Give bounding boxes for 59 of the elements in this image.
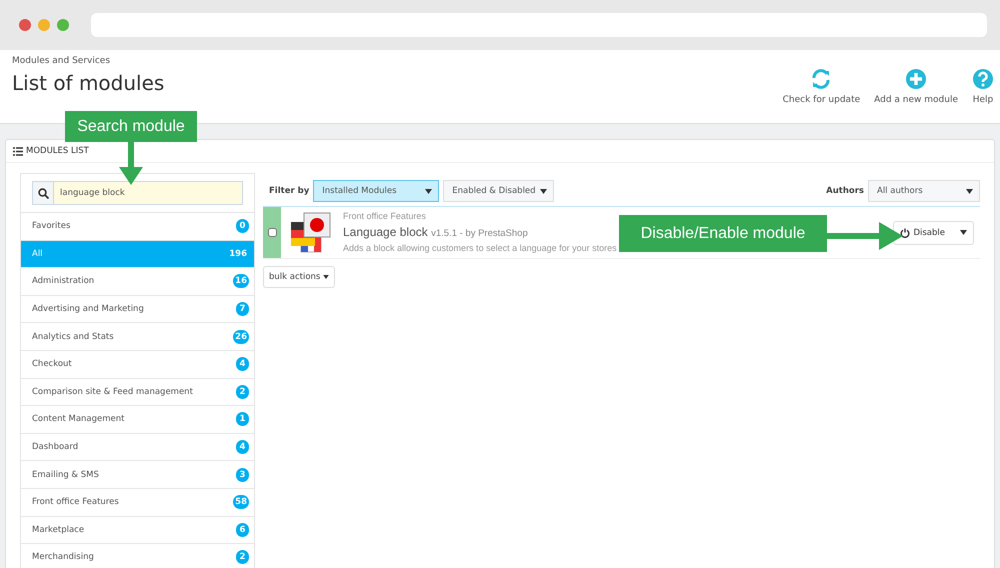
authors-dropdown[interactable]: All authors [868,180,980,202]
down-arrow [119,141,143,185]
count-badge: 2 [236,550,249,564]
module-name: Language block [343,225,428,240]
module-version: v1.5.1 - by PrestaShop [431,228,528,240]
filter-label: Filter by [269,186,310,196]
module-description: Adds a block allowing customers to select a language for your stores [343,242,617,255]
bulk-actions-button[interactable]: bulk actions [263,266,336,288]
plus-circle-icon [905,68,928,90]
page-title: List of modules [12,71,164,95]
add-module-button[interactable]: Add a new module [874,68,958,123]
callout-label: Search module [65,111,197,142]
module-category: Front office Features [343,210,427,223]
breadcrumb[interactable]: Modules and Services [12,56,164,66]
category-item[interactable]: Advertising and Marketing 7 [21,296,254,324]
list-icon [13,146,23,156]
category-item[interactable]: Dashboard 4 [21,434,254,462]
count-badge: 16 [233,274,249,288]
callout-label: Disable/Enable module [619,215,827,252]
category-item[interactable]: Front office Features 58 [21,488,254,517]
category-item[interactable]: Analytics and Stats 26 [21,323,254,351]
caret-icon [960,230,967,235]
count-badge: 26 [233,330,249,344]
count-badge: 0 [236,219,249,234]
count-badge: 4 [236,357,249,372]
panel-title: MODULES LIST [26,146,89,156]
count-badge: 7 [236,302,249,316]
count-badge: 4 [236,440,249,454]
authors-label: Authors [826,186,864,196]
refresh-icon [810,68,832,90]
count-badge: 6 [236,522,249,537]
close-dot-icon[interactable] [19,19,31,31]
check-update-button[interactable]: Check for update [782,68,860,123]
help-button[interactable]: Help [972,68,994,123]
category-item[interactable]: Checkout 4 [21,350,254,379]
category-item[interactable]: Administration 16 [21,268,254,296]
caret-icon [323,275,330,279]
minimize-dot-icon[interactable] [38,19,50,31]
count-badge: 1 [236,412,249,426]
caret-icon [425,188,432,194]
module-checkbox[interactable] [268,228,276,237]
category-item[interactable]: Marketplace 6 [21,516,254,544]
count-badge: 3 [236,468,249,482]
category-item[interactable]: Merchandising 2 [21,544,254,568]
category-item[interactable]: Content Management 1 [21,406,254,434]
caret-icon [966,188,973,194]
maximize-dot-icon[interactable] [57,19,69,31]
count-label: 196 [228,248,248,261]
help-icon [972,68,994,90]
power-icon [900,228,910,238]
category-item[interactable]: Emailing & SMS 3 [21,461,254,489]
filter-dropdown[interactable]: Installed Modules [313,180,440,202]
search-field[interactable]: language block [32,181,243,205]
count-badge: 58 [233,495,249,510]
count-badge: 2 [236,384,249,399]
filter-dropdown[interactable]: Enabled & Disabled [443,180,554,202]
search-icon [38,188,48,198]
category-item[interactable]: Comparison site & Feed management 2 [21,378,254,406]
caret-icon [540,188,547,194]
